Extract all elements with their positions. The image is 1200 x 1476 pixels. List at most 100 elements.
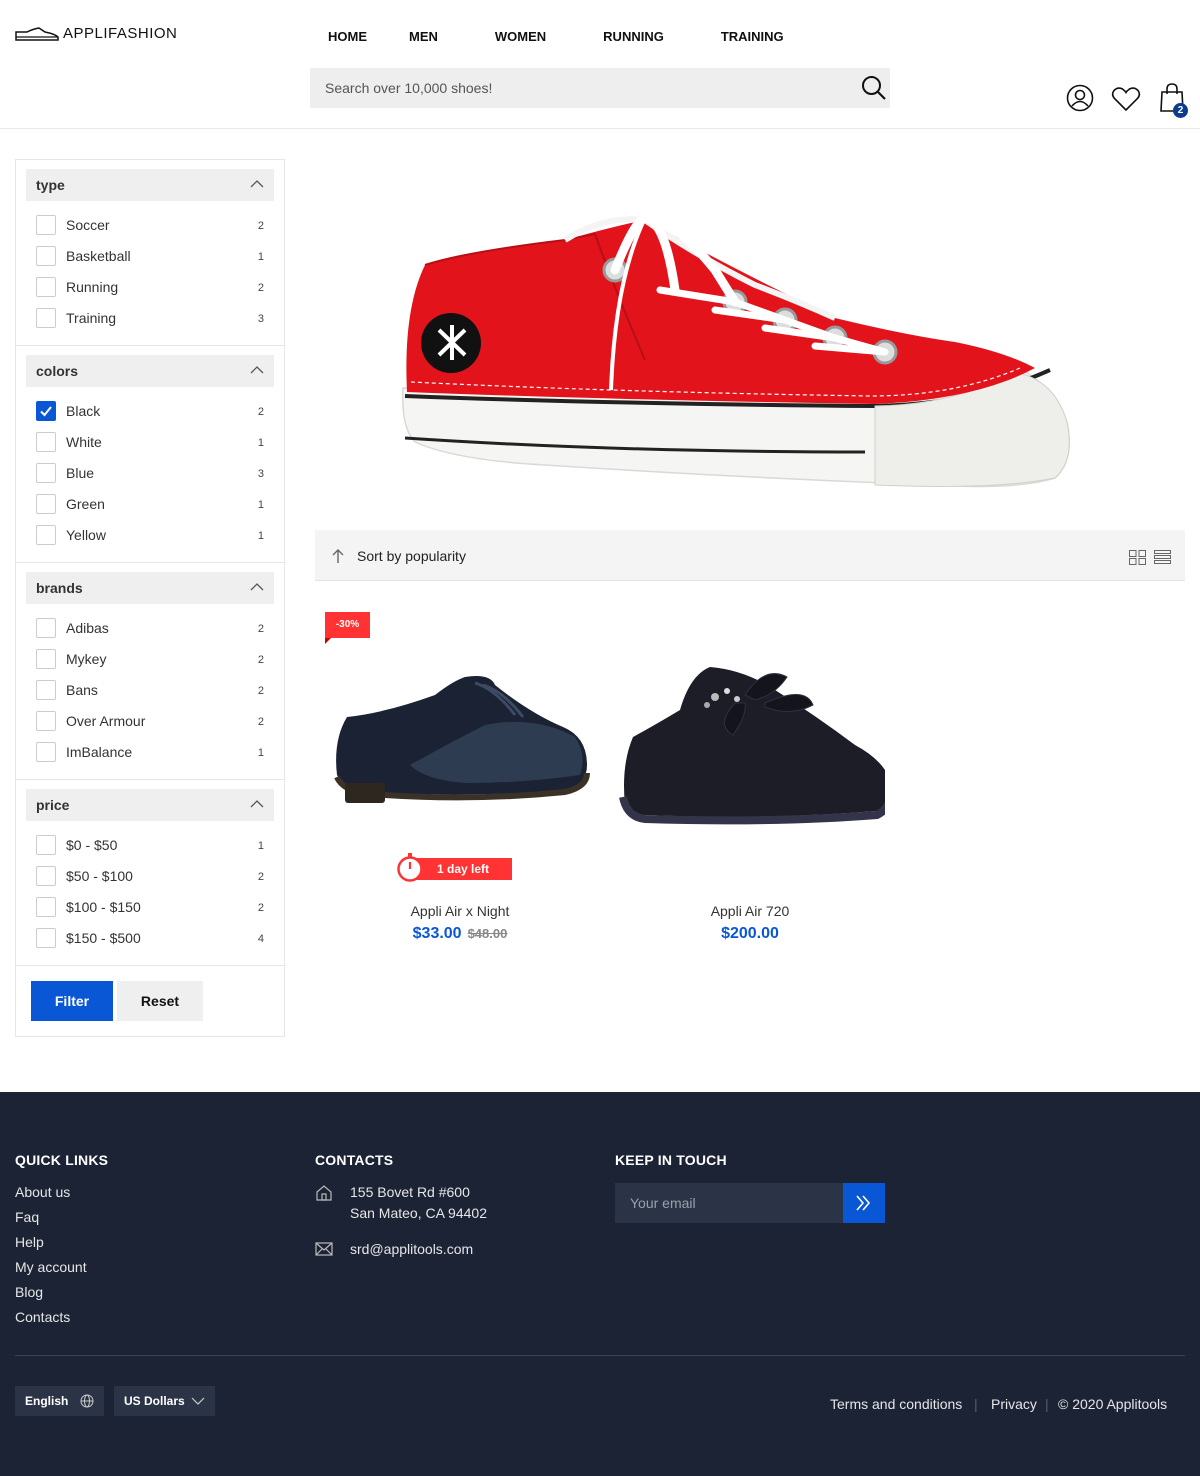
footer-link-help[interactable]: Help [15,1234,44,1250]
sort-dropdown[interactable]: Sort by popularity [357,548,466,564]
user-icon[interactable] [1066,84,1094,112]
checkbox[interactable] [36,463,56,483]
checkbox[interactable] [36,680,56,700]
nav-training[interactable]: TRAINING [721,29,784,44]
footer-link-my-account[interactable]: My account [15,1259,87,1275]
language-selector[interactable]: English [15,1386,104,1416]
filter-option-count: 3 [257,468,264,480]
checkbox[interactable] [36,711,56,731]
filter-option-label: Black [66,403,101,419]
language-label: English [25,1394,69,1408]
checkbox[interactable] [36,866,56,886]
grid-view-icon[interactable] [1129,550,1146,565]
filter-option-running[interactable]: Running 2 [36,277,264,297]
filter-option-price-0-50[interactable]: $0 - $50 1 [36,835,264,855]
product-card[interactable]: -30% 1 day left Appli Air x Night $33.00… [315,600,605,960]
chevron-up-icon [250,366,264,374]
terms-link[interactable]: Terms and conditions [830,1396,962,1412]
footer-link-about[interactable]: About us [15,1184,70,1200]
filter-option-price-100-150[interactable]: $100 - $150 2 [36,897,264,917]
copyright: © 2020 Applitools [1058,1396,1168,1412]
nav-home[interactable]: HOME [328,29,367,44]
footer-pipe-separator: | [974,1396,978,1412]
checkbox[interactable] [36,215,56,235]
newsletter-form [615,1183,843,1223]
checkbox[interactable] [36,246,56,266]
reset-button[interactable]: Reset [117,981,203,1021]
filter-option-training[interactable]: Training 3 [36,308,264,328]
filter-option-label: ImBalance [66,744,133,760]
filter-group-header[interactable]: type [26,169,274,201]
checkbox[interactable] [36,649,56,669]
filter-option-adibas[interactable]: Adibas 2 [36,618,264,638]
filter-option-black[interactable]: Black 2 [36,401,264,421]
filter-option-price-50-100[interactable]: $50 - $100 2 [36,866,264,886]
sort-bar: Sort by popularity [315,530,1185,581]
checkbox[interactable] [36,897,56,917]
filter-group-header[interactable]: brands [26,572,274,604]
checkbox[interactable] [36,525,56,545]
search-input[interactable] [310,68,850,108]
filter-option-soccer[interactable]: Soccer 2 [36,215,264,235]
privacy-link[interactable]: Privacy [991,1396,1037,1412]
filter-option-white[interactable]: White 1 [36,432,264,452]
nav-men[interactable]: MEN [409,29,438,44]
list-view-icon[interactable] [1154,550,1171,565]
search-icon[interactable] [860,74,888,102]
filter-option-label: Yellow [66,527,106,543]
filter-group-title: colors [36,363,79,379]
filter-button[interactable]: Filter [31,981,113,1021]
stopwatch-icon [397,853,423,882]
sort-arrow-up-icon[interactable] [331,548,345,564]
product-image [619,667,885,825]
filter-option-bans[interactable]: Bans 2 [36,680,264,700]
logo[interactable]: APPLIFASHION [15,25,177,42]
filter-option-basketball[interactable]: Basketball 1 [36,246,264,266]
filter-option-count: 2 [257,623,264,635]
filter-group-header[interactable]: colors [26,355,274,387]
checkbox[interactable] [36,835,56,855]
cart-count-badge: 2 [1173,103,1188,118]
footer-link-blog[interactable]: Blog [15,1284,43,1300]
filter-option-count: 1 [257,840,264,852]
checkmark-icon [40,406,52,417]
filter-option-blue[interactable]: Blue 3 [36,463,264,483]
nav-women[interactable]: WOMEN [495,29,546,44]
filter-option-imbalance[interactable]: ImBalance 1 [36,742,264,762]
product-card[interactable]: Appli Air 720 $200.00 [605,600,895,960]
filter-option-label: Soccer [66,217,110,233]
filter-option-over-armour[interactable]: Over Armour 2 [36,711,264,731]
checkbox[interactable] [36,928,56,948]
footer-divider [15,1355,1185,1356]
footer-link-contacts[interactable]: Contacts [15,1309,70,1325]
product-name[interactable]: Appli Air x Night [315,903,605,919]
filter-option-mykey[interactable]: Mykey 2 [36,649,264,669]
newsletter-email-input[interactable] [615,1183,843,1223]
filter-group-colors: colors Black 2 White 1 Blue 3 Green 1 Yellow… [16,346,284,562]
search-bar [310,68,890,108]
nav-running[interactable]: RUNNING [603,29,664,44]
checkbox[interactable] [36,494,56,514]
filter-option-label: Blue [66,465,95,481]
filter-option-label: Running [66,279,119,295]
product-name[interactable]: Appli Air 720 [605,903,895,919]
filter-option-price-150-500[interactable]: $150 - $500 4 [36,928,264,948]
filter-group-header[interactable]: price [26,789,274,821]
checkbox-checked[interactable] [36,401,56,421]
contact-address: 155 Bovet Rd #600 San Mateo, CA 94402 [350,1182,487,1224]
checkbox[interactable] [36,308,56,328]
filter-option-yellow[interactable]: Yellow 1 [36,525,264,545]
checkbox[interactable] [36,742,56,762]
filter-option-label: Adibas [66,620,109,636]
checkbox[interactable] [36,432,56,452]
heart-icon[interactable] [1111,86,1141,112]
contact-email[interactable]: srd@applitools.com [350,1239,473,1260]
newsletter-submit-button[interactable] [843,1183,885,1223]
header-divider [0,128,1200,129]
filter-option-green[interactable]: Green 1 [36,494,264,514]
checkbox[interactable] [36,618,56,638]
filter-group-price: price $0 - $50 1 $50 - $100 2 $100 - $150 2… [16,780,284,966]
footer-link-faq[interactable]: Faq [15,1209,39,1225]
checkbox[interactable] [36,277,56,297]
currency-selector[interactable]: US Dollars [114,1386,215,1416]
